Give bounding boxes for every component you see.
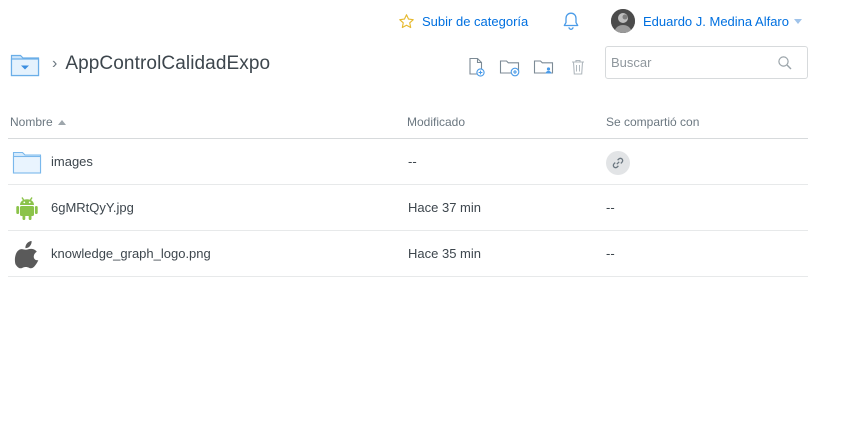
- column-header-modified[interactable]: Modificado: [407, 115, 465, 129]
- android-icon: [12, 193, 42, 223]
- page-title: AppControlCalidadExpo: [65, 53, 271, 74]
- notifications-bell-icon[interactable]: [562, 11, 580, 31]
- file-modified: Hace 35 min: [408, 246, 481, 261]
- account-menu[interactable]: Eduardo J. Medina Alfaro: [611, 8, 802, 34]
- table-row[interactable]: 6gMRtQyY.jpg Hace 37 min --: [8, 185, 808, 231]
- column-name-label: Nombre: [10, 115, 53, 129]
- file-shared-with: --: [606, 246, 615, 261]
- table-row[interactable]: knowledge_graph_logo.png Hace 35 min --: [8, 231, 808, 277]
- upload-file-button[interactable]: [465, 56, 487, 78]
- breadcrumb: › AppControlCalidadExpo: [10, 48, 270, 80]
- file-modified: Hace 37 min: [408, 200, 481, 215]
- new-folder-button[interactable]: [499, 56, 521, 78]
- share-link-button[interactable]: [606, 151, 630, 175]
- star-icon: [399, 13, 414, 28]
- table-header: Nombre Modificado Se compartió con: [8, 110, 808, 139]
- chevron-down-icon: [793, 18, 802, 24]
- file-table: Nombre Modificado Se compartió con image…: [8, 110, 808, 277]
- file-modified: --: [408, 154, 417, 169]
- file-name[interactable]: knowledge_graph_logo.png: [51, 246, 211, 261]
- toolbar: [465, 56, 601, 78]
- delete-button[interactable]: [567, 56, 589, 78]
- search-box: [605, 46, 808, 79]
- avatar: [611, 9, 635, 33]
- apple-icon: [12, 239, 42, 269]
- upgrade-label: Subir de categoría: [422, 13, 529, 29]
- file-name[interactable]: 6gMRtQyY.jpg: [51, 200, 134, 215]
- file-shared-with: --: [606, 200, 615, 215]
- sort-ascending-icon: [57, 119, 66, 125]
- link-icon: [612, 157, 624, 169]
- breadcrumb-separator-icon: ›: [52, 55, 58, 72]
- table-row[interactable]: images --: [8, 139, 808, 185]
- new-file-icon: [469, 57, 485, 77]
- trash-icon: [572, 59, 584, 75]
- share-folder-button[interactable]: [533, 56, 555, 78]
- shared-folder-icon: [533, 60, 554, 74]
- folder-icon: [12, 147, 42, 177]
- column-header-name[interactable]: Nombre: [10, 115, 66, 129]
- upgrade-link[interactable]: Subir de categoría: [398, 11, 528, 31]
- account-name: Eduardo J. Medina Alfaro: [643, 13, 789, 29]
- folder-dropdown-icon[interactable]: [10, 50, 40, 78]
- new-folder-icon: [499, 60, 520, 77]
- column-header-shared[interactable]: Se compartió con: [606, 115, 699, 129]
- top-bar: Subir de categoría Eduardo J. Medina Alf…: [0, 0, 862, 42]
- search-input[interactable]: [606, 47, 766, 78]
- file-name[interactable]: images: [51, 154, 93, 169]
- search-icon[interactable]: [777, 55, 793, 71]
